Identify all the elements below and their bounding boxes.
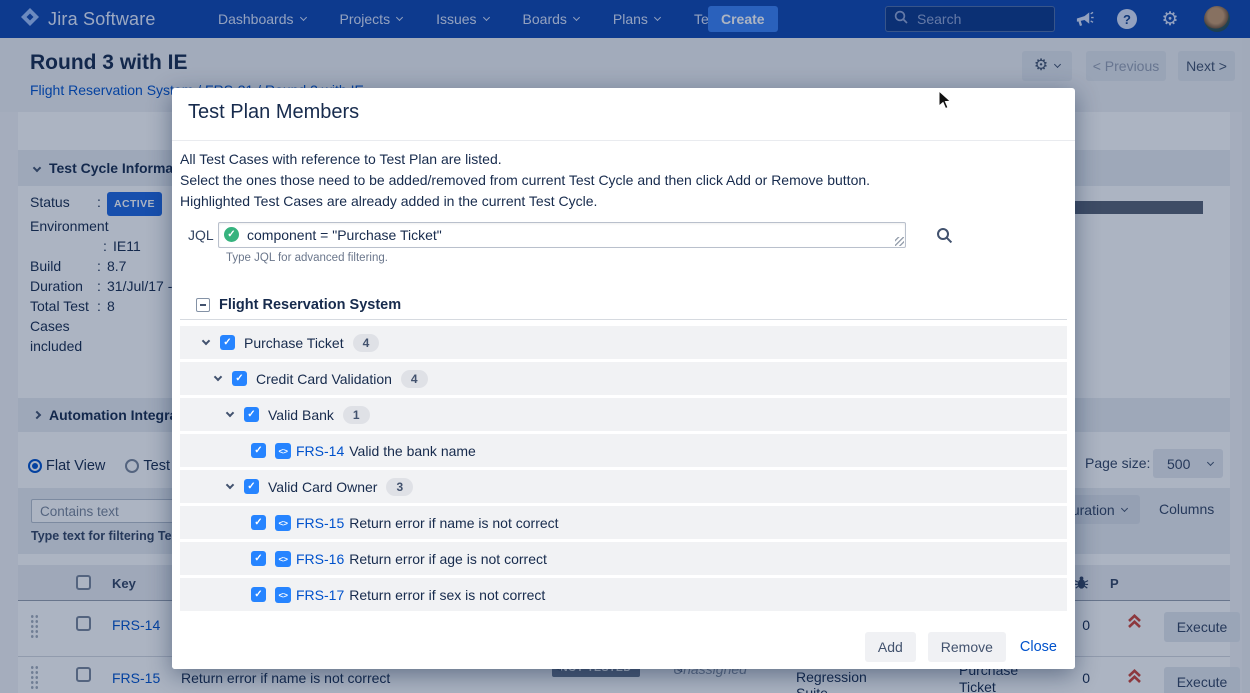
count-badge: 4: [353, 334, 380, 352]
count-badge: 1: [343, 406, 370, 424]
dialog-footer: Add Remove Close: [172, 625, 1075, 669]
jql-valid-icon: ✓: [224, 227, 239, 242]
jql-row: JQL ✓: [180, 222, 1067, 248]
jql-input[interactable]: [218, 222, 906, 248]
test-case-icon: <>: [275, 443, 291, 459]
dialog-title: Test Plan Members: [188, 101, 359, 123]
tree-node-suite[interactable]: ✓ Valid Card Owner 3: [180, 470, 1067, 503]
node-checkbox[interactable]: ✓: [232, 371, 247, 386]
dialog-body: All Test Cases with reference to Test Pl…: [172, 141, 1075, 625]
tree-node-suite[interactable]: ✓ Credit Card Validation 4: [180, 362, 1067, 395]
description-line: All Test Cases with reference to Test Pl…: [180, 149, 1067, 170]
tree-rows: ✓ Purchase Ticket 4 ✓ Credit Card Validation…: [180, 326, 1067, 611]
tree-node-case[interactable]: ✓ <> FRS-14 Valid the bank name: [180, 434, 1067, 467]
collapse-icon[interactable]: [196, 298, 210, 312]
mouse-cursor: [938, 90, 952, 115]
remove-button[interactable]: Remove: [928, 632, 1006, 662]
node-label: Valid Bank: [268, 407, 334, 423]
test-case-icon: <>: [275, 587, 291, 603]
close-button[interactable]: Close: [1018, 639, 1059, 655]
node-checkbox[interactable]: ✓: [251, 515, 266, 530]
jql-search-button[interactable]: [936, 227, 953, 244]
tree-node-case[interactable]: ✓ <> FRS-17 Return error if sex is not corr…: [180, 578, 1067, 611]
node-label: Purchase Ticket: [244, 335, 344, 351]
count-badge: 4: [401, 370, 428, 388]
resize-handle-icon[interactable]: [895, 237, 904, 246]
tree-node-suite[interactable]: ✓ Valid Bank 1: [180, 398, 1067, 431]
test-plan-members-dialog: Test Plan Members All Test Cases with re…: [172, 88, 1075, 669]
description-line: Highlighted Test Cases are already added…: [180, 191, 1067, 212]
test-case-icon: <>: [275, 551, 291, 567]
jql-label: JQL: [188, 227, 218, 243]
dialog-description: All Test Cases with reference to Test Pl…: [180, 149, 1067, 212]
chevron-down-icon[interactable]: [226, 409, 234, 417]
node-checkbox[interactable]: ✓: [244, 479, 259, 494]
test-case-key[interactable]: FRS-17: [296, 587, 344, 603]
test-case-key[interactable]: FRS-16: [296, 551, 344, 567]
chevron-down-icon[interactable]: [202, 337, 210, 345]
jql-textarea-wrap: ✓: [218, 222, 906, 248]
description-line: Select the ones those need to be added/r…: [180, 170, 1067, 191]
node-checkbox[interactable]: ✓: [220, 335, 235, 350]
test-case-key[interactable]: FRS-14: [296, 443, 344, 459]
node-label: Valid the bank name: [349, 443, 476, 459]
chevron-down-icon[interactable]: [226, 481, 234, 489]
jql-helper-text: Type JQL for advanced filtering.: [226, 252, 1067, 264]
tree-root-node[interactable]: Flight Reservation System: [180, 290, 1067, 320]
node-checkbox[interactable]: ✓: [244, 407, 259, 422]
node-checkbox[interactable]: ✓: [251, 587, 266, 602]
tree-node-case[interactable]: ✓ <> FRS-16 Return error if age is not corr…: [180, 542, 1067, 575]
test-case-tree: Flight Reservation System ✓ Purchase Tick…: [180, 290, 1067, 625]
tree-root-label: Flight Reservation System: [219, 297, 401, 313]
node-checkbox[interactable]: ✓: [251, 443, 266, 458]
add-button[interactable]: Add: [865, 632, 916, 662]
node-checkbox[interactable]: ✓: [251, 551, 266, 566]
node-label: Return error if age is not correct: [349, 551, 547, 567]
count-badge: 3: [386, 478, 413, 496]
test-case-key[interactable]: FRS-15: [296, 515, 344, 531]
node-label: Credit Card Validation: [256, 371, 392, 387]
tree-node-suite[interactable]: ✓ Purchase Ticket 4: [180, 326, 1067, 359]
node-label: Valid Card Owner: [268, 479, 377, 495]
node-label: Return error if name is not correct: [349, 515, 558, 531]
chevron-down-icon[interactable]: [214, 373, 222, 381]
test-case-icon: <>: [275, 515, 291, 531]
tree-row-clipped: [180, 614, 1067, 625]
app-window: Jira Software DashboardsProjectsIssuesBo…: [0, 0, 1250, 693]
node-label: Return error if sex is not correct: [349, 587, 545, 603]
tree-node-case[interactable]: ✓ <> FRS-15 Return error if name is not cor…: [180, 506, 1067, 539]
